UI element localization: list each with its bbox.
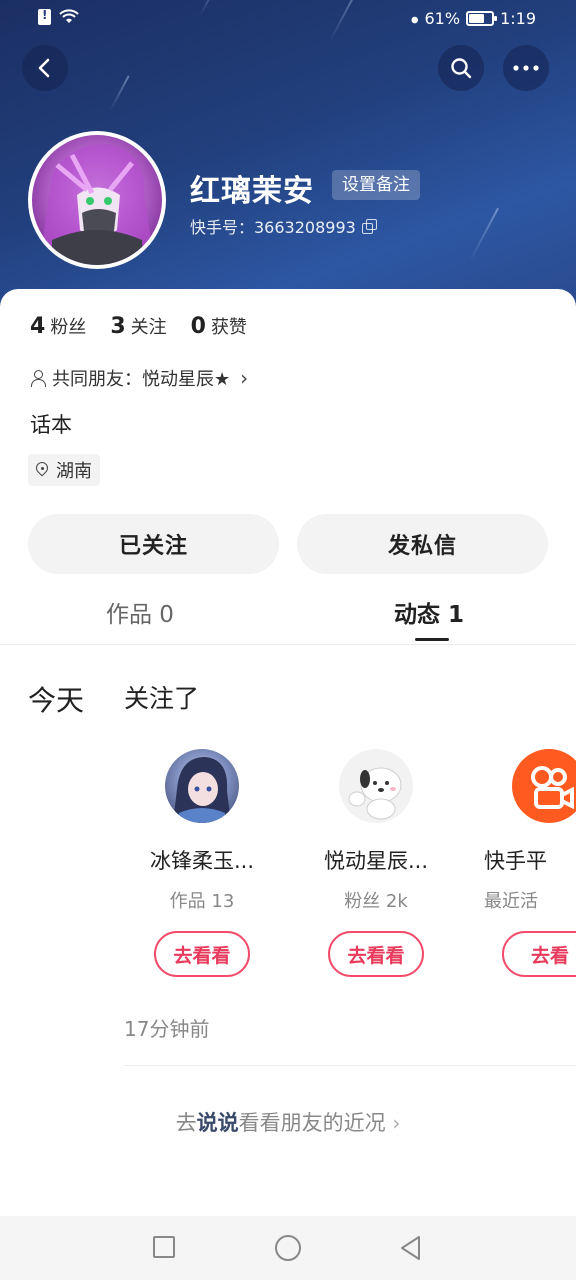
followed-user-card[interactable]: 快手平 最近活 去看 xyxy=(484,749,576,977)
clock: 1:19 xyxy=(500,9,536,28)
background-streak xyxy=(109,75,130,112)
cartoon-dog-avatar-image xyxy=(348,767,402,820)
user-avatar[interactable] xyxy=(512,749,576,823)
chevron-right-icon: › xyxy=(240,366,249,390)
send-message-button[interactable]: 发私信 xyxy=(297,514,548,574)
back-button[interactable] xyxy=(22,45,68,91)
divider xyxy=(124,1065,576,1066)
anime-girl-avatar-image xyxy=(173,757,231,823)
kuaishou-id[interactable]: 快手号：3663208993 xyxy=(190,214,377,238)
prompt-prefix: 去 xyxy=(175,1111,197,1135)
tab-moments[interactable]: 动态 1 xyxy=(394,595,464,629)
profile-stats: 4 粉丝 3 关注 0 获赞 xyxy=(30,313,247,339)
following-button[interactable]: 已关注 xyxy=(28,514,279,574)
profile-header: ⦁ 61% 1:19 xyxy=(0,0,576,310)
sim-alert-icon xyxy=(38,8,51,25)
kuaishou-id-text: 快手号：3663208993 xyxy=(190,218,356,237)
chevron-right-icon: › xyxy=(392,1111,401,1135)
feed-timestamp: 17分钟前 xyxy=(124,1017,210,1041)
stat-label: 粉丝 xyxy=(50,317,87,338)
user-avatar[interactable] xyxy=(339,749,413,823)
search-icon xyxy=(451,58,472,79)
user-subtitle: 作品 13 xyxy=(169,891,235,912)
user-name: 快手平 xyxy=(484,849,547,873)
profile-card: 4 粉丝 3 关注 0 获赞 共同朋友：悦动星辰★ › 话本 湖南 已关注 发私… xyxy=(0,289,576,1280)
system-navigation-bar xyxy=(0,1216,576,1280)
go-see-button[interactable]: 去看看 xyxy=(328,931,424,977)
copy-icon[interactable] xyxy=(361,219,377,234)
go-see-button[interactable]: 去看 xyxy=(502,931,576,977)
go-see-button[interactable]: 去看看 xyxy=(154,931,250,977)
battery-percent: 61% xyxy=(424,9,461,28)
stat-fans[interactable]: 4 粉丝 xyxy=(30,313,86,339)
kuaishou-logo-icon xyxy=(531,766,574,810)
feed-day-label: 今天 xyxy=(28,684,85,717)
battery-icon xyxy=(466,11,498,26)
anime-avatar-image xyxy=(42,144,152,265)
location-pin-icon xyxy=(36,462,50,478)
user-name: 冰锋柔玉... xyxy=(149,849,255,873)
stat-value: 4 xyxy=(30,314,46,339)
user-subtitle: 最近活 xyxy=(484,891,538,912)
followed-user-card[interactable]: 冰锋柔玉... 作品 13 去看看 xyxy=(137,749,267,977)
stat-following[interactable]: 3 关注 xyxy=(110,313,166,339)
home-button[interactable] xyxy=(275,1235,301,1261)
set-remark-button[interactable]: 设置备注 xyxy=(332,170,420,200)
location-tag: 湖南 xyxy=(28,454,100,486)
prompt-highlight: 说说 xyxy=(196,1111,239,1135)
mutual-friends-row[interactable]: 共同朋友：悦动星辰★ › xyxy=(30,365,248,391)
location-text: 湖南 xyxy=(56,461,92,482)
tab-works[interactable]: 作品 0 xyxy=(106,595,174,629)
recent-apps-button[interactable] xyxy=(153,1236,175,1258)
wifi-icon xyxy=(59,9,79,23)
profile-avatar[interactable] xyxy=(28,131,166,269)
followed-user-card[interactable]: 悦动星辰... 粉丝 2k 去看看 xyxy=(311,749,441,977)
stat-likes[interactable]: 0 获赞 xyxy=(191,313,247,339)
user-name: 悦动星辰... xyxy=(323,849,429,873)
back-arrow-icon xyxy=(38,58,50,78)
moments-prompt-link[interactable]: 去说说看看朋友的近况 › xyxy=(0,1107,576,1137)
active-tab-indicator xyxy=(415,638,449,641)
person-icon xyxy=(30,369,46,387)
mutual-friends-text: 共同朋友：悦动星辰★ xyxy=(52,369,231,390)
user-subtitle: 粉丝 2k xyxy=(344,891,408,912)
system-back-button[interactable] xyxy=(398,1234,422,1262)
more-button[interactable] xyxy=(503,45,549,91)
prompt-suffix: 看看朋友的近况 xyxy=(238,1111,386,1135)
user-avatar[interactable] xyxy=(165,749,239,823)
stat-label: 关注 xyxy=(130,317,167,338)
stat-value: 0 xyxy=(190,314,206,339)
stat-value: 3 xyxy=(110,314,126,339)
stat-label: 获赞 xyxy=(210,317,247,338)
background-streak xyxy=(469,207,500,262)
profile-bio: 话本 xyxy=(30,413,72,437)
content-tabs: 作品 0 动态 1 xyxy=(0,589,576,645)
vibrate-icon: ⦁ xyxy=(410,9,419,28)
profile-username: 红璃茉安 xyxy=(190,174,314,209)
status-bar: ⦁ 61% 1:19 xyxy=(0,8,576,32)
search-button[interactable] xyxy=(438,45,484,91)
feed-action-label: 关注了 xyxy=(124,684,200,713)
more-icon xyxy=(513,65,539,71)
